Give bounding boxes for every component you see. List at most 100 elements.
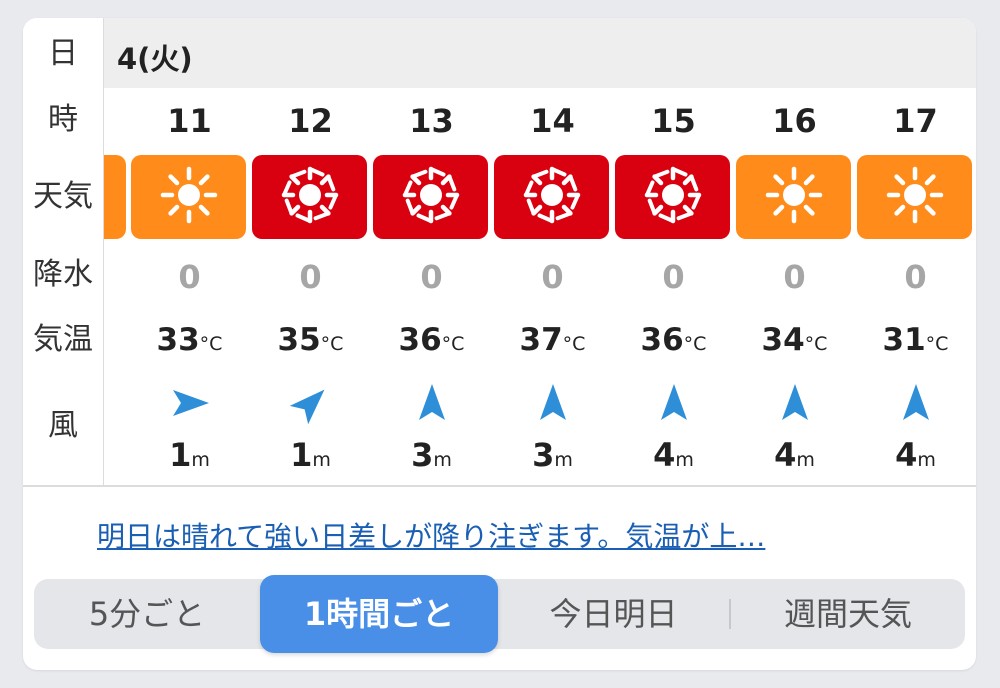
temperature: 35°C: [250, 322, 371, 358]
sun-strong-icon: [399, 163, 463, 231]
sun-strong-icon: [641, 163, 705, 231]
wind-direction-icon: [250, 380, 371, 426]
label-precip: 降水: [33, 257, 93, 292]
wind-speed-unit: m: [554, 449, 573, 471]
precip-value: 0: [783, 258, 806, 296]
hour-label: 11: [167, 102, 212, 140]
hour-column: 12 0 35°C 1m: [250, 18, 371, 485]
sun-strong-icon: [520, 163, 584, 231]
wind-speed-value: 1: [169, 436, 192, 474]
wind-direction-icon: [734, 380, 855, 426]
wind-direction-icon: [129, 380, 250, 426]
temperature: 33°C: [129, 322, 250, 358]
precip-value: 0: [541, 258, 564, 296]
weather-card: 4(火) 11 0 33°C 1m 12 0 35°C 1m 13 0 36°C 3m 14 0 37°C 3…: [23, 18, 976, 670]
label-wind: 風: [48, 408, 78, 443]
temp-value: 34: [761, 322, 805, 358]
temp-value: 37: [519, 322, 563, 358]
wind-speed-unit: m: [312, 449, 331, 471]
temp-value: 35: [277, 322, 321, 358]
wind-direction-icon: [492, 380, 613, 426]
label-weather: 天気: [33, 179, 93, 214]
forecast-summary-link[interactable]: 明日は晴れて強い日差しが降り注ぎます。気温が上…: [97, 515, 765, 555]
temp-unit: °C: [804, 333, 828, 355]
tab-today-tomorrow[interactable]: 今日明日: [498, 579, 729, 649]
temp-unit: °C: [441, 333, 465, 355]
label-hour: 時: [48, 102, 78, 137]
hour-column: 15 0 36°C 4m: [613, 18, 734, 485]
temperature: 34°C: [734, 322, 855, 358]
hourly-grid[interactable]: 4(火) 11 0 33°C 1m 12 0 35°C 1m 13 0 36°C 3m 14 0 37°C 3…: [23, 18, 976, 485]
wind-speed: 1m: [250, 436, 371, 474]
hour-column: 11 0 33°C 1m: [129, 18, 250, 485]
wind-speed-unit: m: [191, 449, 210, 471]
hour-column: 16 0 34°C 4m: [734, 18, 855, 485]
weather-box: [373, 155, 488, 239]
wind-speed-value: 4: [653, 436, 676, 474]
wind-speed-unit: m: [917, 449, 936, 471]
temperature: 36°C: [613, 322, 734, 358]
label-temp: 気温: [33, 322, 93, 357]
hour-label: 16: [772, 102, 817, 140]
wind-speed: 4m: [734, 436, 855, 474]
wind-speed: 4m: [613, 436, 734, 474]
tab-1hour[interactable]: 1時間ごと: [260, 575, 498, 653]
row-label-column: 日 時 天気 降水 気温 風: [23, 18, 104, 485]
hour-column: 14 0 37°C 3m: [492, 18, 613, 485]
weather-box: [615, 155, 730, 239]
weather-box: [494, 155, 609, 239]
temp-value: 36: [398, 322, 442, 358]
sun-strong-icon: [278, 163, 342, 231]
sun-icon: [883, 163, 947, 231]
precip-value: 0: [420, 258, 443, 296]
hour-label: 14: [530, 102, 575, 140]
wind-speed-unit: m: [675, 449, 694, 471]
temp-unit: °C: [320, 333, 344, 355]
tab-weekly[interactable]: 週間天気: [731, 579, 965, 649]
wind-speed-value: 1: [290, 436, 313, 474]
temp-value: 33: [156, 322, 200, 358]
temp-value: 36: [640, 322, 684, 358]
temperature: 36°C: [371, 322, 492, 358]
temperature: 31°C: [855, 322, 976, 358]
precip-value: 0: [904, 258, 927, 296]
wind-speed: 3m: [371, 436, 492, 474]
wind-speed: 1m: [129, 436, 250, 474]
wind-speed-value: 4: [774, 436, 797, 474]
temp-unit: °C: [199, 333, 223, 355]
precip-value: 0: [662, 258, 685, 296]
hour-label: 17: [893, 102, 938, 140]
wind-direction-icon: [613, 380, 734, 426]
temp-unit: °C: [925, 333, 949, 355]
wind-speed: 3m: [492, 436, 613, 474]
wind-speed: 4m: [855, 436, 976, 474]
hour-label: 12: [288, 102, 333, 140]
weather-box: [252, 155, 367, 239]
wind-direction-icon: [371, 380, 492, 426]
hour-column: 17 0 31°C 4m: [855, 18, 976, 485]
sun-icon: [762, 163, 826, 231]
divider: [23, 485, 976, 487]
temp-unit: °C: [683, 333, 707, 355]
wind-speed-unit: m: [433, 449, 452, 471]
tab-5min[interactable]: 5分ごと: [34, 579, 260, 649]
label-day: 日: [48, 36, 78, 71]
weather-box: [131, 155, 246, 239]
precip-value: 0: [299, 258, 322, 296]
interval-tab-bar: 5分ごと 1時間ごと 今日明日 週間天気: [34, 575, 965, 653]
temperature: 37°C: [492, 322, 613, 358]
hour-label: 13: [409, 102, 454, 140]
wind-speed-value: 4: [895, 436, 918, 474]
temp-unit: °C: [562, 333, 586, 355]
wind-speed-unit: m: [796, 449, 815, 471]
wind-speed-value: 3: [532, 436, 555, 474]
sun-icon: [157, 163, 221, 231]
wind-direction-icon: [855, 380, 976, 426]
hour-label: 15: [651, 102, 696, 140]
wind-speed-value: 3: [411, 436, 434, 474]
weather-box: [736, 155, 851, 239]
precip-value: 0: [178, 258, 201, 296]
temp-value: 31: [882, 322, 926, 358]
hour-column: 13 0 36°C 3m: [371, 18, 492, 485]
weather-box: [857, 155, 972, 239]
